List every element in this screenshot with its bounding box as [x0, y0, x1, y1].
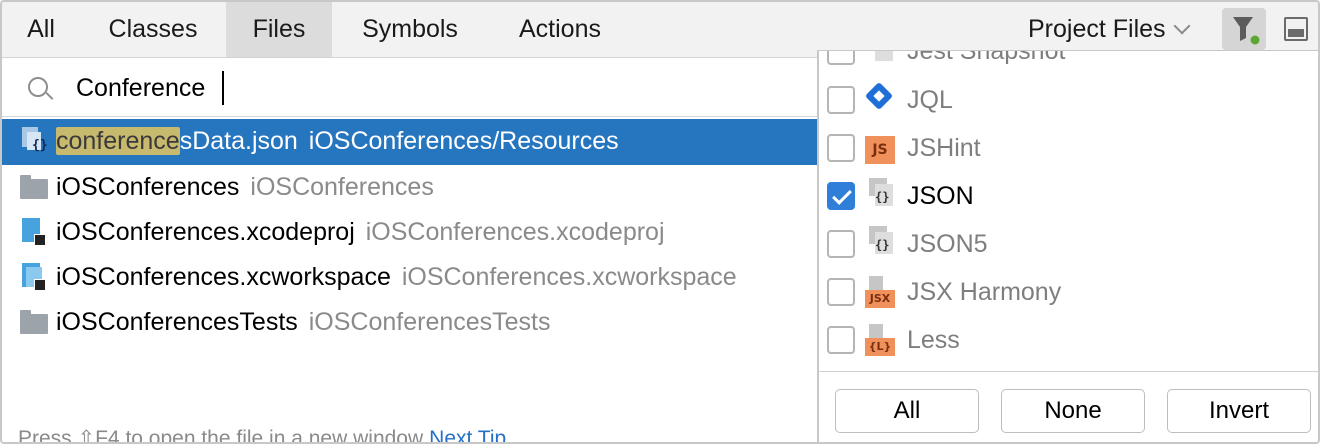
tab-all[interactable]: All: [2, 2, 80, 57]
scope-label: Project Files: [1028, 15, 1166, 43]
result-path: iOSConferences/Resources: [308, 127, 619, 155]
jsx-harmony-icon: JSX: [865, 290, 895, 308]
search-icon: [28, 77, 48, 97]
folder-icon: [20, 310, 48, 334]
match-highlight: conference: [56, 127, 180, 155]
list-item[interactable]: {L} Less: [819, 316, 1318, 364]
result-path: iOSConferences.xcodeproj: [365, 218, 665, 246]
file-type-filter-popup: Jest Snapshot JQL JS JSHint {} JSON {} J…: [817, 50, 1318, 442]
file-type-label: JSX Harmony: [907, 278, 1062, 306]
result-name: iOSConferences.xcworkspace: [56, 263, 391, 291]
list-item[interactable]: iOSConferences.xcodeproj iOSConferences.…: [2, 210, 820, 255]
text-caret: [222, 71, 224, 105]
divider: [819, 371, 1318, 372]
file-type-label: JSON5: [907, 230, 988, 258]
file-type-label: JSON: [907, 182, 974, 210]
jshint-icon: JS: [865, 136, 895, 164]
select-none-button[interactable]: None: [1001, 389, 1145, 433]
checkbox[interactable]: [827, 134, 855, 162]
chevron-down-icon: [1173, 17, 1191, 35]
checkbox[interactable]: [827, 51, 855, 65]
less-icon: {L}: [865, 338, 895, 356]
tip-bar: Press ⇧F4 to open the file in a new wind…: [18, 426, 506, 444]
list-item[interactable]: {} JSON5: [819, 220, 1318, 268]
preview-toggle-button[interactable]: [1284, 17, 1308, 41]
list-item[interactable]: iOSConferencesTests iOSConferencesTests: [2, 300, 820, 345]
list-item[interactable]: JSX JSX Harmony: [819, 268, 1318, 316]
next-tip-link[interactable]: Next Tip: [429, 427, 506, 442]
file-type-label: JQL: [907, 86, 953, 114]
file-type-list: Jest Snapshot JQL JS JSHint {} JSON {} J…: [819, 51, 1318, 371]
folder-icon: [20, 175, 48, 199]
search-input[interactable]: [76, 69, 776, 107]
file-type-label: JSHint: [907, 134, 981, 162]
checkbox[interactable]: [827, 86, 855, 114]
result-path: iOSConferences: [250, 173, 434, 201]
results-list: {} conferencesData.json iOSConferences/R…: [2, 119, 820, 345]
list-item[interactable]: JS JSHint: [819, 124, 1318, 172]
file-type-label: Less: [907, 326, 960, 354]
select-all-button[interactable]: All: [835, 389, 979, 433]
list-item[interactable]: iOSConferences.xcworkspace iOSConference…: [2, 255, 820, 300]
result-path: iOSConferences.xcworkspace: [401, 263, 737, 291]
list-item[interactable]: iOSConferences iOSConferences: [2, 165, 820, 210]
xcodeproj-icon: [22, 218, 46, 246]
list-item[interactable]: {} JSON: [819, 172, 1318, 220]
tab-symbols[interactable]: Symbols: [334, 2, 486, 57]
invert-selection-button[interactable]: Invert: [1167, 389, 1311, 433]
tab-actions[interactable]: Actions: [490, 2, 630, 57]
list-item[interactable]: {} conferencesData.json iOSConferences/R…: [2, 119, 820, 165]
result-path: iOSConferencesTests: [308, 308, 551, 336]
filter-icon: [1233, 17, 1260, 45]
result-name: sData.json: [179, 127, 298, 155]
checkbox[interactable]: [827, 278, 855, 306]
checkbox[interactable]: [827, 182, 855, 210]
filter-button[interactable]: [1222, 8, 1266, 50]
list-item[interactable]: Jest Snapshot: [819, 51, 1318, 75]
checkbox[interactable]: [827, 230, 855, 258]
scope-selector[interactable]: Project Files: [1028, 2, 1191, 57]
json-file-icon: {}: [22, 127, 50, 157]
tab-classes[interactable]: Classes: [82, 2, 224, 57]
tab-files[interactable]: Files: [226, 2, 332, 57]
result-name: iOSConferences.xcodeproj: [56, 218, 355, 246]
file-type-label: Jest Snapshot: [907, 51, 1066, 65]
list-item[interactable]: JQL: [819, 76, 1318, 124]
result-name: iOSConferences: [56, 173, 240, 201]
tip-text: Press ⇧F4 to open the file in a new wind…: [18, 427, 424, 444]
search-everywhere-window: All Classes Files Symbols Actions Projec…: [0, 0, 1320, 444]
xcworkspace-icon: [22, 263, 46, 291]
jql-icon: [864, 81, 894, 111]
checkbox[interactable]: [827, 326, 855, 354]
result-name: iOSConferencesTests: [56, 308, 298, 336]
